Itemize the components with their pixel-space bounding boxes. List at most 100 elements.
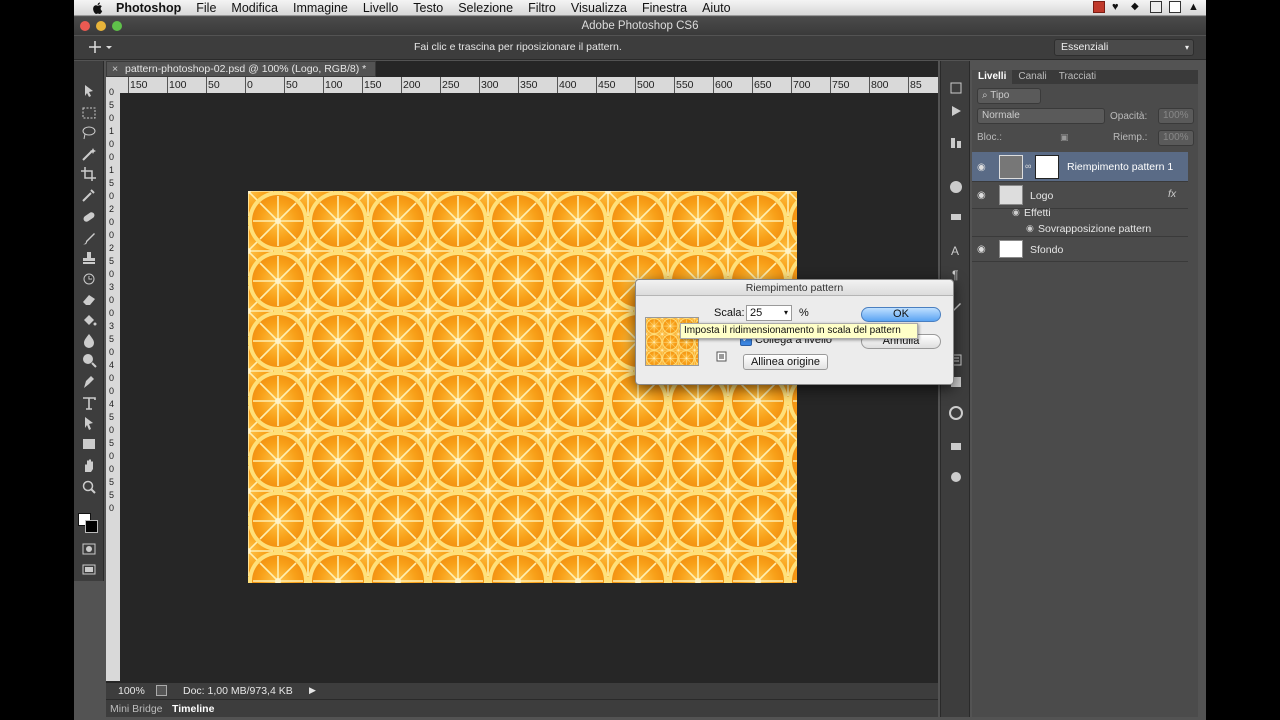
- menu-modifica[interactable]: Modifica: [231, 1, 278, 15]
- minimize-window-button[interactable]: [96, 21, 106, 31]
- navigator-panel-icon[interactable]: [949, 406, 963, 420]
- close-document-icon[interactable]: ×: [112, 62, 118, 76]
- heart-icon[interactable]: ♥: [1112, 1, 1124, 13]
- eye-icon[interactable]: ◉: [977, 244, 989, 255]
- mail-icon[interactable]: [1169, 1, 1181, 13]
- pen-tool-icon[interactable]: [80, 374, 98, 390]
- layer-row-pattern-fill[interactable]: ◉ ∞ Riempimento pattern 1: [972, 152, 1188, 182]
- healing-brush-tool-icon[interactable]: [80, 209, 98, 225]
- marquee-tool-icon[interactable]: [80, 105, 98, 121]
- path-selection-tool-icon[interactable]: [80, 415, 98, 431]
- properties-panel-icon[interactable]: [949, 209, 963, 223]
- background-color-swatch[interactable]: [85, 520, 98, 533]
- clone-stamp-tool-icon[interactable]: [80, 250, 98, 266]
- menu-immagine[interactable]: Immagine: [293, 1, 348, 15]
- move-tool-preset-icon[interactable]: [88, 40, 114, 54]
- ruler-tick: [245, 77, 246, 93]
- dodge-tool-icon[interactable]: [80, 352, 98, 368]
- apple-icon[interactable]: [90, 1, 106, 15]
- tab-livelli[interactable]: Livelli: [972, 70, 1013, 84]
- ruler-tick-label: 0: [109, 503, 115, 513]
- blur-tool-icon[interactable]: [80, 332, 98, 348]
- ok-button[interactable]: OK: [861, 307, 941, 322]
- eye-icon[interactable]: ◉: [977, 162, 989, 173]
- type-tool-icon[interactable]: [80, 395, 98, 411]
- eyedropper-tool-icon[interactable]: [80, 187, 98, 203]
- menu-selezione[interactable]: Selezione: [458, 1, 513, 15]
- magic-wand-tool-icon[interactable]: [80, 146, 98, 162]
- document-canvas[interactable]: [248, 191, 797, 583]
- eye-icon[interactable]: ◉: [1026, 223, 1034, 234]
- workspace-select[interactable]: Essenziali ▾: [1054, 39, 1194, 56]
- ruler-tick-label: 2: [109, 243, 115, 253]
- fill-input[interactable]: 100%: [1158, 130, 1194, 146]
- zoom-tool-icon[interactable]: [80, 479, 98, 495]
- ruler-tick-label: 0: [109, 217, 115, 227]
- fx-badge[interactable]: fx: [1168, 188, 1176, 200]
- timeline-panel-icon[interactable]: [949, 439, 963, 453]
- menu-app-name[interactable]: Photoshop: [116, 1, 181, 15]
- ruler-tick-label: 4: [109, 399, 115, 409]
- ruler-tick: [206, 77, 207, 93]
- quick-mask-icon[interactable]: [80, 541, 98, 557]
- ruler-tick-label: 0: [109, 373, 115, 383]
- eye-icon[interactable]: ◉: [1012, 207, 1020, 218]
- history-panel-icon[interactable]: [949, 81, 963, 95]
- menu-testo[interactable]: Testo: [413, 1, 443, 15]
- ruler-tick-label: 0: [109, 386, 115, 396]
- scale-tooltip: Imposta il ridimensionamento in scala de…: [680, 323, 918, 339]
- screen-mode-icon[interactable]: [80, 561, 98, 577]
- menu-filtro[interactable]: Filtro: [528, 1, 556, 15]
- blend-mode-select[interactable]: Normale: [977, 108, 1105, 124]
- ruler-tick-label: 550: [676, 79, 694, 91]
- menu-visualizza[interactable]: Visualizza: [571, 1, 627, 15]
- effect-pattern-overlay-row[interactable]: ◉ Sovrapposizione pattern: [972, 221, 1188, 237]
- tab-tracciati[interactable]: Tracciati: [1053, 70, 1102, 84]
- camera-panel-icon[interactable]: [949, 470, 963, 484]
- info-panel-icon[interactable]: [949, 180, 963, 194]
- brush-tool-icon[interactable]: [80, 230, 98, 246]
- effects-label: Effetti: [1024, 207, 1051, 219]
- record-icon[interactable]: [1093, 1, 1105, 13]
- layer-filter-select[interactable]: ⌕ Tipo: [977, 88, 1041, 104]
- maximize-window-button[interactable]: [112, 21, 122, 31]
- wifi-icon[interactable]: ◆: [1131, 1, 1143, 13]
- opacity-input[interactable]: 100%: [1158, 108, 1194, 124]
- actions-panel-icon[interactable]: [949, 104, 963, 118]
- notification-icon[interactable]: ▲: [1188, 1, 1200, 13]
- scale-input[interactable]: 25 ▾: [746, 305, 792, 321]
- adjustments-panel-icon[interactable]: [949, 136, 963, 150]
- tab-mini-bridge[interactable]: Mini Bridge: [110, 703, 163, 715]
- shape-tool-icon[interactable]: [80, 436, 98, 452]
- lasso-tool-icon[interactable]: [80, 125, 98, 141]
- crop-tool-icon[interactable]: [80, 166, 98, 182]
- share-icon[interactable]: [156, 685, 167, 696]
- zoom-level[interactable]: 100%: [118, 685, 145, 697]
- move-tool-icon[interactable]: [80, 83, 98, 99]
- document-tab[interactable]: × pattern-photoshop-02.psd @ 100% (Logo,…: [106, 61, 376, 77]
- pattern-fill: [248, 191, 797, 583]
- link-icon[interactable]: ∞: [1025, 161, 1031, 171]
- snap-to-origin-button[interactable]: Allinea origine: [743, 354, 828, 370]
- lock-icon[interactable]: ▣: [1060, 132, 1069, 143]
- eraser-tool-icon[interactable]: [80, 291, 98, 307]
- chevron-down-icon[interactable]: ▾: [784, 306, 788, 320]
- close-window-button[interactable]: [80, 21, 90, 31]
- character-panel-icon[interactable]: A: [949, 243, 963, 257]
- menu-finestra[interactable]: Finestra: [642, 1, 687, 15]
- tab-canali[interactable]: Canali: [1012, 70, 1052, 84]
- history-brush-tool-icon[interactable]: [80, 271, 98, 287]
- menu-aiuto[interactable]: Aiuto: [702, 1, 731, 15]
- hand-tool-icon[interactable]: [80, 458, 98, 474]
- new-preset-icon[interactable]: [716, 351, 727, 362]
- eye-icon[interactable]: ◉: [977, 190, 989, 201]
- layer-row-sfondo[interactable]: ◉ Sfondo: [972, 238, 1188, 262]
- status-menu-arrow-icon[interactable]: ▶: [309, 685, 316, 696]
- grid-icon[interactable]: [1150, 1, 1162, 13]
- menu-file[interactable]: File: [196, 1, 216, 15]
- paint-bucket-tool-icon[interactable]: [80, 312, 98, 328]
- layer-effects-row[interactable]: ◉ Effetti: [972, 205, 1188, 221]
- pattern-fill-thumbnail: [999, 155, 1023, 179]
- tab-timeline[interactable]: Timeline: [172, 703, 214, 715]
- menu-livello[interactable]: Livello: [363, 1, 398, 15]
